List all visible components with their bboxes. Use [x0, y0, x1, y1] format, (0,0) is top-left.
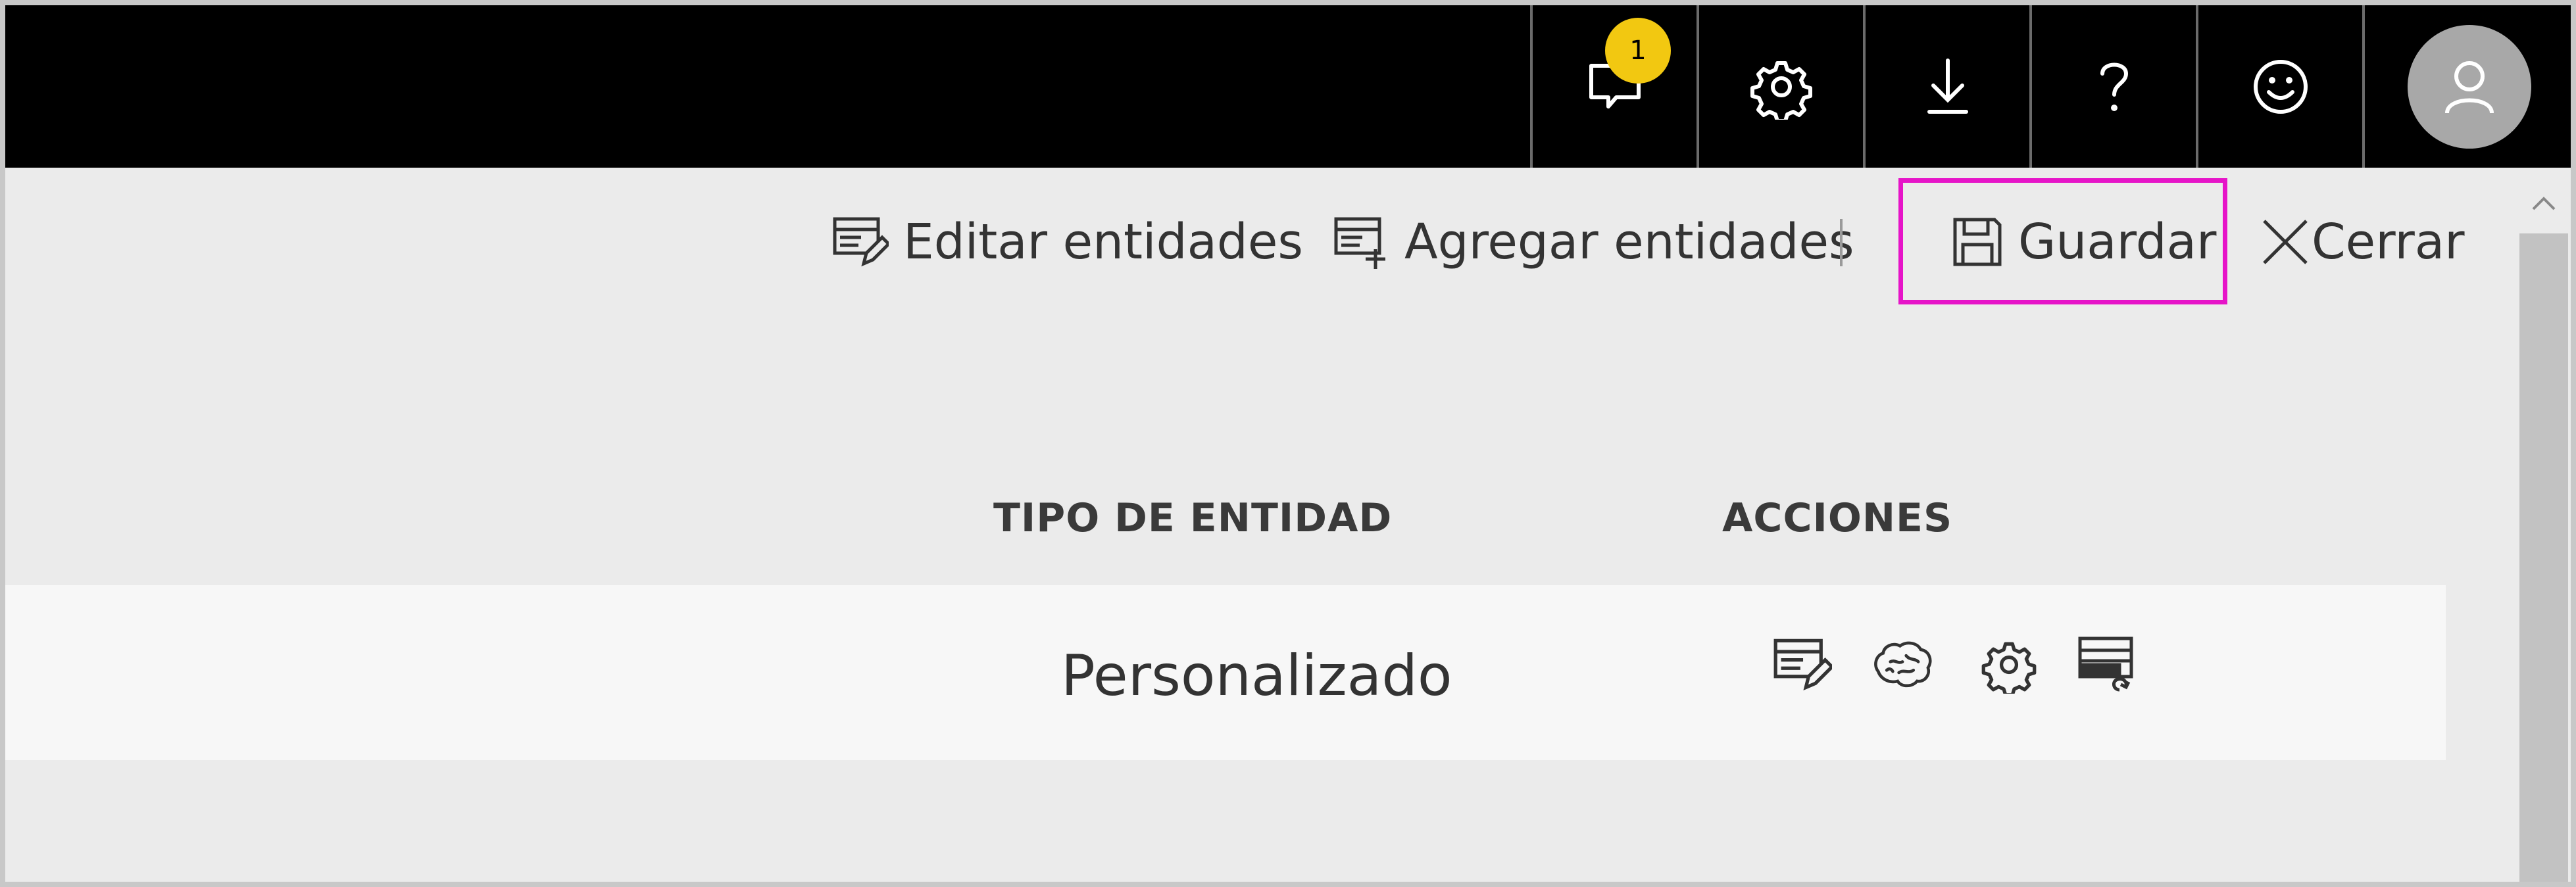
chevron-up-icon: [2532, 197, 2556, 210]
download-arrow-icon: [1927, 58, 1968, 114]
edit-entities-button[interactable]: Editar entidades: [832, 203, 1303, 281]
close-button[interactable]: Cerrar: [2262, 203, 2465, 281]
entity-settings-action[interactable]: [1977, 633, 2041, 696]
save-label: Guardar: [2018, 214, 2217, 270]
edit-entity-action[interactable]: [1771, 633, 1834, 696]
refresh-entity-action[interactable]: [2076, 633, 2139, 696]
user-avatar-icon: [2445, 61, 2494, 114]
entity-type-cell: Personalizado: [1061, 643, 1452, 709]
edit-entities-label: Editar entidades: [903, 214, 1303, 270]
gear-icon: [1981, 642, 2037, 694]
refresh-table-icon: [2078, 636, 2133, 692]
close-label: Cerrar: [2312, 214, 2465, 270]
column-header-entity-type: TIPO DE ENTIDAD: [993, 495, 1393, 541]
top-app-bar: 1: [5, 5, 2571, 168]
edit-entity-icon: [833, 217, 889, 267]
app-window: 1 Editar entidades Agregar entidades Gua…: [0, 0, 2576, 887]
ai-insights-action[interactable]: [1872, 633, 1935, 696]
add-entity-icon: [1334, 217, 1385, 269]
vertical-scrollbar[interactable]: [2517, 168, 2571, 882]
help-button[interactable]: [2029, 5, 2196, 168]
brain-icon: [1874, 641, 1932, 688]
download-button[interactable]: [1863, 5, 2029, 168]
toolbar-separator: [1840, 219, 1843, 266]
feedback-button[interactable]: [2196, 5, 2362, 168]
settings-button[interactable]: [1697, 5, 1863, 168]
close-icon: [2263, 220, 2308, 264]
save-button[interactable]: Guardar: [1951, 203, 2216, 281]
column-header-actions: ACCIONES: [1722, 495, 1953, 541]
scroll-thumb[interactable]: [2519, 233, 2568, 882]
user-avatar[interactable]: [2408, 25, 2531, 149]
question-mark-icon: [2100, 62, 2128, 111]
add-entities-label: Agregar entidades: [1404, 214, 1854, 270]
edit-entity-icon: [1773, 638, 1832, 691]
gear-icon: [1750, 60, 1812, 120]
scroll-up-arrow[interactable]: [2517, 181, 2571, 227]
notification-badge: 1: [1605, 18, 1671, 84]
add-entities-button[interactable]: Agregar entidades: [1333, 203, 1854, 281]
smiley-icon: [2253, 59, 2308, 114]
save-disk-icon: [1953, 218, 2002, 266]
